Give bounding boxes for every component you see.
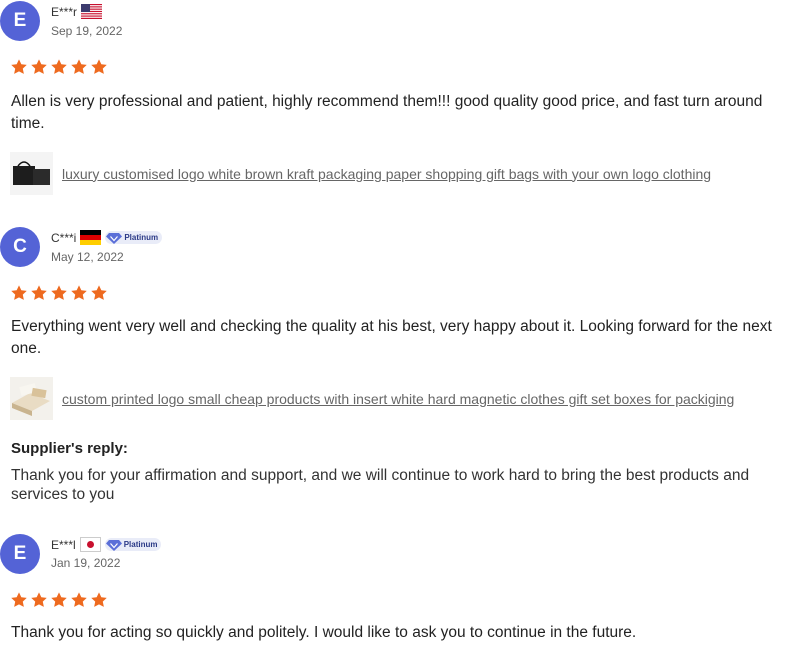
star-rating — [10, 284, 108, 302]
review-comment: Thank you for acting so quickly and poli… — [11, 624, 637, 641]
review-item: C C***i Platinum May 12, 2022 Everything… — [0, 226, 799, 516]
platinum-badge: Platinum — [105, 231, 163, 244]
reviewer-name-row: C***i Platinum — [51, 230, 163, 245]
review-item: E E***r Sep 19, 2022 Allen is very profe… — [0, 0, 799, 205]
badge-label: Platinum — [124, 233, 159, 242]
germany-flag-icon — [80, 230, 102, 245]
star-icon — [51, 59, 67, 74]
supplier-reply-title: Supplier's reply: — [11, 440, 128, 457]
reviewer-name: C***i — [51, 230, 77, 245]
star-icon — [11, 285, 27, 300]
star-icon — [31, 592, 47, 607]
avatar: E — [0, 534, 40, 574]
review-date: Jan 19, 2022 — [51, 556, 121, 570]
product-link[interactable]: custom printed logo small cheap products… — [62, 391, 734, 407]
star-rating — [10, 591, 108, 609]
star-icon — [31, 285, 47, 300]
star-icon — [51, 285, 67, 300]
avatar: E — [0, 1, 40, 41]
supplier-reply-text: Thank you for your affirmation and suppo… — [11, 467, 750, 503]
review-comment: Allen is very professional and patient, … — [11, 93, 763, 132]
avatar: C — [0, 227, 40, 267]
badge-label: Platinum — [123, 540, 158, 549]
star-icon — [11, 592, 27, 607]
reviewer-name-row: E***l Platinum — [51, 537, 162, 552]
star-icon — [71, 285, 87, 300]
product-reference[interactable]: luxury customised logo white brown kraft… — [10, 152, 711, 195]
product-thumbnail[interactable] — [10, 152, 53, 195]
product-link[interactable]: luxury customised logo white brown kraft… — [62, 166, 711, 182]
reviewer-name: E***l — [51, 537, 76, 552]
star-icon — [51, 592, 67, 607]
platinum-diamond-icon — [106, 232, 123, 244]
japan-flag-icon — [79, 537, 101, 552]
star-icon — [11, 59, 27, 74]
product-reference[interactable]: custom printed logo small cheap products… — [10, 377, 734, 420]
product-thumbnail[interactable] — [10, 377, 53, 420]
star-icon — [31, 59, 47, 74]
review-item: E E***l Platinum Jan 19, 2022 Thank you … — [0, 533, 799, 645]
star-icon — [71, 592, 87, 607]
star-icon — [91, 59, 107, 74]
star-rating — [10, 58, 108, 76]
star-icon — [91, 592, 107, 607]
reviewer-name-row: E***r — [51, 4, 103, 19]
platinum-badge: Platinum — [104, 538, 162, 551]
reviewer-name: E***r — [51, 4, 78, 19]
us-flag-icon — [81, 4, 103, 19]
review-comment: Everything went very well and checking t… — [11, 318, 772, 357]
star-icon — [91, 285, 107, 300]
review-date: May 12, 2022 — [51, 250, 124, 264]
star-icon — [71, 59, 87, 74]
platinum-diamond-icon — [105, 539, 122, 551]
review-date: Sep 19, 2022 — [51, 24, 123, 38]
